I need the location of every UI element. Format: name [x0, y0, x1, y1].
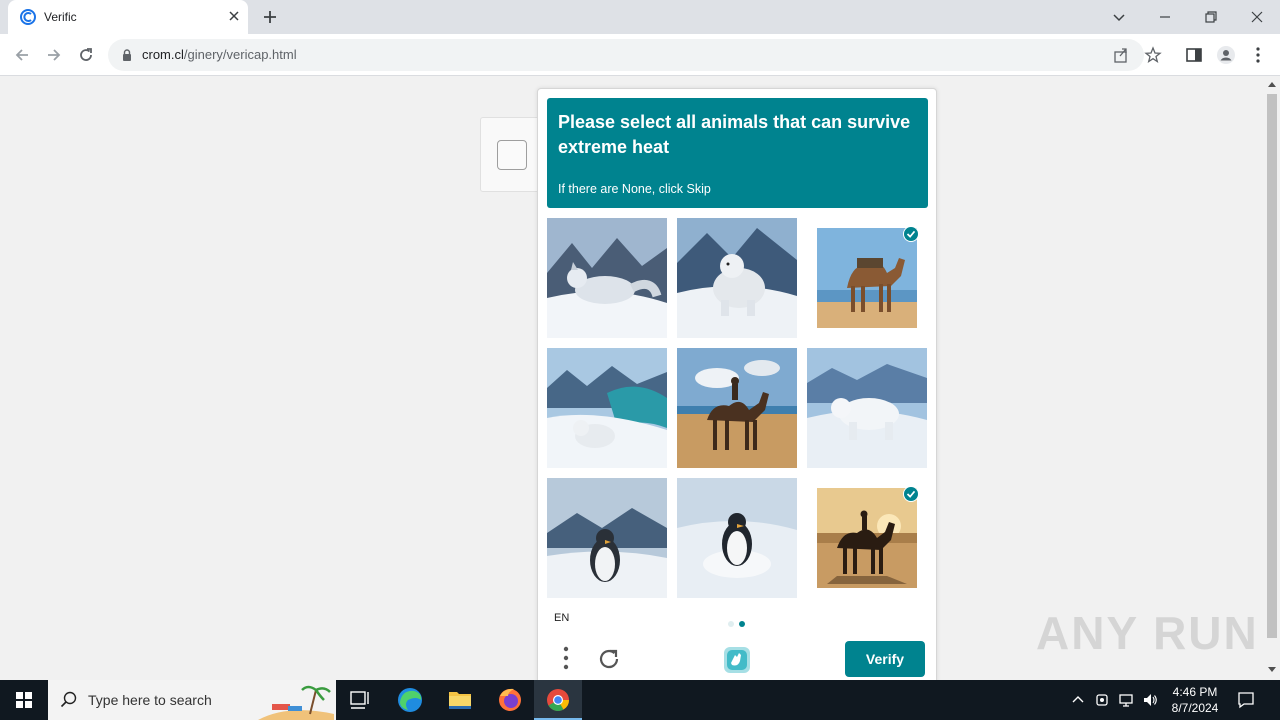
camel-rider-image — [677, 348, 797, 468]
restore-icon[interactable] — [1200, 6, 1222, 28]
tab-search-chevron-icon[interactable] — [1108, 6, 1130, 28]
network-icon[interactable] — [1118, 692, 1134, 708]
verify-button[interactable]: Verify — [845, 641, 925, 677]
forward-arrow-icon[interactable] — [44, 45, 64, 65]
captcha-tile-arctic-fox[interactable] — [547, 218, 667, 338]
tray-chevron-up-icon[interactable] — [1070, 692, 1086, 708]
polar-bear-cub-image — [677, 218, 797, 338]
captcha-anchor — [480, 117, 540, 192]
chrome-icon — [547, 689, 569, 711]
tray-app-icon[interactable] — [1094, 692, 1110, 708]
camel-saddle-image — [817, 228, 917, 328]
captcha-prompt: Please select all animals that can survi… — [547, 98, 928, 208]
tab-title: Verific — [44, 10, 77, 24]
captcha-challenge: Please select all animals that can survi… — [537, 88, 937, 688]
lock-icon[interactable] — [120, 48, 134, 62]
captcha-checkbox[interactable] — [497, 140, 527, 170]
close-tab-icon[interactable] — [226, 8, 242, 24]
notification-icon[interactable] — [1236, 690, 1256, 710]
browser-tab[interactable]: Verific — [8, 0, 248, 34]
windows-start-icon[interactable] — [0, 680, 48, 720]
browser-toolbar: crom.cl/ginery/vericap.html — [0, 34, 1280, 76]
page-indicator — [728, 614, 750, 632]
captcha-tile-camel-saddle[interactable] — [807, 218, 927, 338]
edge-browser-icon[interactable] — [386, 680, 434, 720]
browser-titlebar: Verific — [0, 0, 1280, 34]
captcha-tile-polar-bear-cub[interactable] — [677, 218, 797, 338]
camel-sunset-image — [817, 488, 917, 588]
taskbar-clock[interactable]: 4:46 PM 8/7/2024 — [1162, 684, 1228, 716]
task-view-icon[interactable] — [336, 680, 384, 720]
scroll-thumb[interactable] — [1267, 94, 1277, 638]
windows-taskbar: Type here to search 4:46 PM 8/7/2024 — [0, 680, 1280, 720]
url-text[interactable]: crom.cl/ginery/vericap.html — [142, 47, 297, 62]
captcha-tile-polar-bear-ice[interactable] — [547, 348, 667, 468]
page-dot-2 — [739, 621, 745, 627]
site-favicon-icon — [20, 9, 36, 25]
captcha-tile-polar-bear-walking[interactable] — [807, 348, 927, 468]
reload-icon[interactable] — [76, 45, 96, 65]
captcha-tile-camel-sunset[interactable] — [807, 478, 927, 598]
penguin-ice-image — [547, 478, 667, 598]
arctic-fox-image — [547, 218, 667, 338]
hcaptcha-logo-icon — [724, 647, 750, 673]
selected-check-icon — [903, 226, 919, 242]
scroll-down-arrow-icon[interactable] — [1268, 667, 1276, 672]
anyrun-watermark: ANY RUN — [1036, 607, 1259, 659]
captcha-tile-camel-rider[interactable] — [677, 348, 797, 468]
volume-icon[interactable] — [1142, 692, 1158, 708]
file-explorer-icon[interactable] — [436, 680, 484, 720]
language-selector[interactable]: EN — [554, 612, 569, 624]
clock-time: 4:46 PM — [1172, 685, 1218, 699]
bookmark-star-icon[interactable] — [1144, 46, 1162, 64]
taskbar-search-box[interactable]: Type here to search — [48, 680, 336, 720]
search-highlight-beach-icon — [258, 685, 334, 720]
chrome-taskbar-app[interactable] — [534, 680, 582, 720]
vertical-scrollbar[interactable] — [1264, 76, 1280, 680]
refresh-challenge-icon[interactable] — [596, 646, 622, 672]
page-dot-1 — [728, 621, 734, 627]
scroll-up-arrow-icon[interactable] — [1268, 82, 1276, 87]
prompt-title: Please select all animals that can survi… — [558, 112, 911, 157]
profile-avatar-icon[interactable] — [1216, 45, 1236, 65]
polar-bear-ice-image — [547, 348, 667, 468]
captcha-tile-penguin-ice[interactable] — [547, 478, 667, 598]
clock-date: 8/7/2024 — [1171, 701, 1219, 715]
search-icon — [60, 691, 77, 708]
share-icon[interactable] — [1112, 46, 1130, 64]
search-placeholder: Type here to search — [88, 692, 212, 708]
selected-check-icon — [903, 486, 919, 502]
side-panel-icon[interactable] — [1184, 45, 1204, 65]
new-tab-icon[interactable] — [260, 7, 280, 27]
back-arrow-icon[interactable] — [12, 45, 32, 65]
captcha-tile-penguin-snow[interactable] — [677, 478, 797, 598]
more-menu-icon[interactable] — [1248, 45, 1268, 65]
address-bar[interactable]: crom.cl/ginery/vericap.html — [108, 39, 1162, 71]
prompt-subtitle: If there are None, click Skip — [558, 182, 711, 196]
minimize-icon[interactable] — [1154, 6, 1176, 28]
captcha-menu-icon[interactable] — [556, 645, 576, 671]
polar-bear-walking-image — [807, 348, 927, 468]
close-window-icon[interactable] — [1246, 6, 1268, 28]
penguin-snow-image — [677, 478, 797, 598]
firefox-icon[interactable] — [486, 680, 534, 720]
